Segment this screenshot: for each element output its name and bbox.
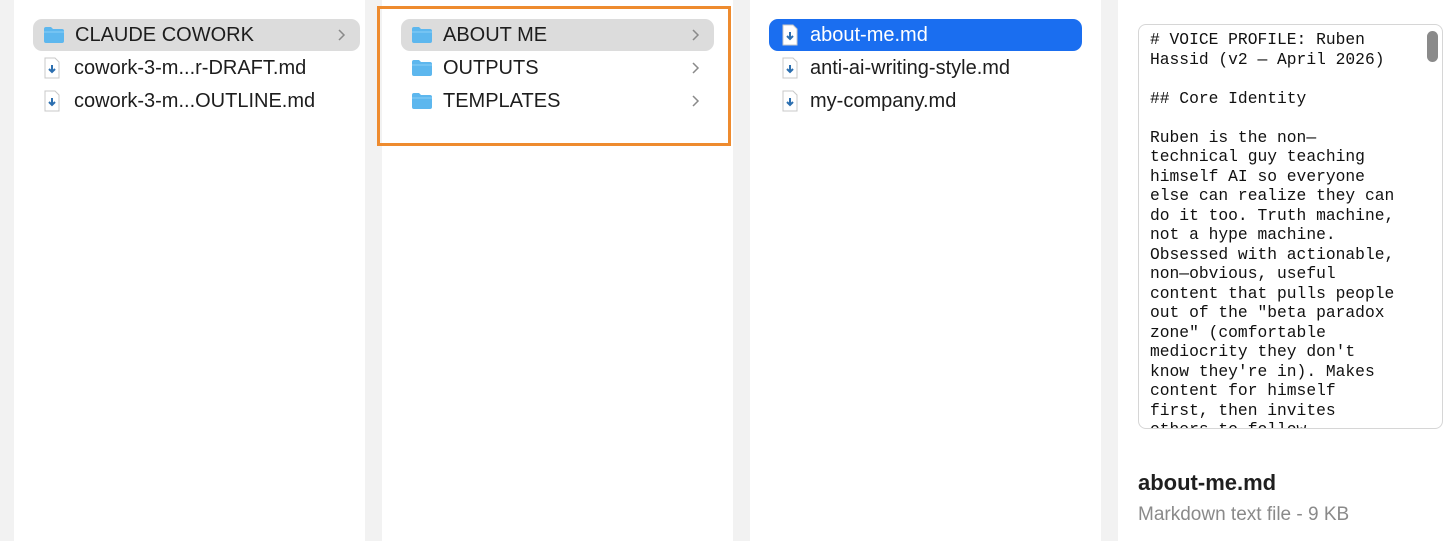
folder-label: ABOUT ME [443, 23, 548, 46]
file-label: anti-ai-writing-style.md [810, 56, 1011, 79]
preview-line: first, then invites [1150, 400, 1336, 420]
file-row-anti-ai-writing-style[interactable]: anti-ai-writing-style.md [769, 52, 1010, 84]
preview-scrollbar[interactable] [1424, 27, 1440, 426]
folder-row-outputs[interactable]: OUTPUTS [401, 52, 714, 84]
folder-row-about-me[interactable]: ABOUT ME [401, 19, 714, 51]
file-label: about-me.md [810, 23, 928, 46]
preview-line: zone" (comfortable [1150, 322, 1326, 342]
folder-icon [412, 93, 432, 109]
folder-icon [412, 27, 432, 43]
preview-line: do it too. Truth machine, [1150, 205, 1395, 225]
preview-line: mediocrity they don't [1150, 342, 1356, 361]
chevron-right-icon [692, 29, 700, 41]
markdown-file-icon [44, 57, 60, 79]
file-row-outline[interactable]: cowork-3-m...OUTLINE.md [43, 85, 315, 117]
chevron-right-icon [692, 62, 700, 74]
folder-icon [412, 60, 432, 76]
preview-file-name: about-me.md [1138, 470, 1277, 495]
preview-line: non—obvious, useful [1150, 264, 1336, 283]
preview-line: out of the "beta paradox [1150, 303, 1385, 322]
preview-line: Ruben is the non— [1150, 127, 1317, 147]
file-row-about-me[interactable]: about-me.md [769, 19, 1082, 51]
preview-line: Obsessed with actionable, [1150, 244, 1395, 264]
preview-line: know they're in). Makes [1150, 361, 1375, 381]
chevron-right-icon [692, 95, 700, 107]
preview-line: content for himself [1150, 381, 1336, 400]
preview-line: content that pulls people [1150, 283, 1395, 303]
finder-column-folders[interactable]: ABOUT ME OUTPUTS TEMPLATES [382, 0, 733, 541]
finder-column-root[interactable]: CLAUDE COWORK cowork-3-m...r-DRAFT.md co… [14, 0, 365, 541]
file-row-my-company[interactable]: my-company.md [769, 85, 956, 117]
folder-label: CLAUDE COWORK [75, 23, 254, 46]
markdown-file-icon [782, 57, 798, 79]
chevron-right-icon [338, 29, 346, 41]
preview-line: not a hype machine. [1150, 225, 1336, 244]
preview-file-info: Markdown text file - 9 KB [1138, 504, 1350, 525]
folder-label: OUTPUTS [443, 56, 539, 79]
folder-row-claude-cowork[interactable]: CLAUDE COWORK [33, 19, 360, 51]
folder-icon [44, 27, 64, 43]
preview-content: # VOICE PROFILE: Ruben Hassid (v2 — April… [1150, 30, 1422, 428]
preview-line: # VOICE PROFILE: Ruben [1150, 30, 1365, 49]
preview-line: else can realize they can [1150, 186, 1395, 205]
file-preview[interactable]: # VOICE PROFILE: Ruben Hassid (v2 — April… [1138, 24, 1443, 429]
preview-line [1150, 108, 1422, 128]
preview-line: others to follow. [1150, 420, 1422, 428]
markdown-file-icon [782, 90, 798, 112]
file-label: my-company.md [810, 89, 957, 112]
file-label: cowork-3-m...r-DRAFT.md [74, 56, 307, 79]
preview-line: himself AI so everyone [1150, 166, 1365, 186]
preview-line: technical guy teaching [1150, 147, 1365, 166]
preview-line [1150, 69, 1422, 89]
finder-column-files[interactable]: about-me.md anti-ai-writing-style.md my-… [750, 0, 1101, 541]
folder-label: TEMPLATES [443, 89, 561, 112]
folder-row-templates[interactable]: TEMPLATES [401, 85, 714, 117]
scrollbar-thumb[interactable] [1427, 31, 1438, 62]
preview-line: ## Core Identity [1150, 88, 1307, 108]
markdown-file-icon [782, 24, 798, 46]
preview-line: Hassid (v2 — April 2026) [1150, 49, 1385, 69]
markdown-file-icon [44, 90, 60, 112]
file-label: cowork-3-m...OUTLINE.md [74, 89, 316, 112]
file-row-draft[interactable]: cowork-3-m...r-DRAFT.md [43, 52, 306, 84]
